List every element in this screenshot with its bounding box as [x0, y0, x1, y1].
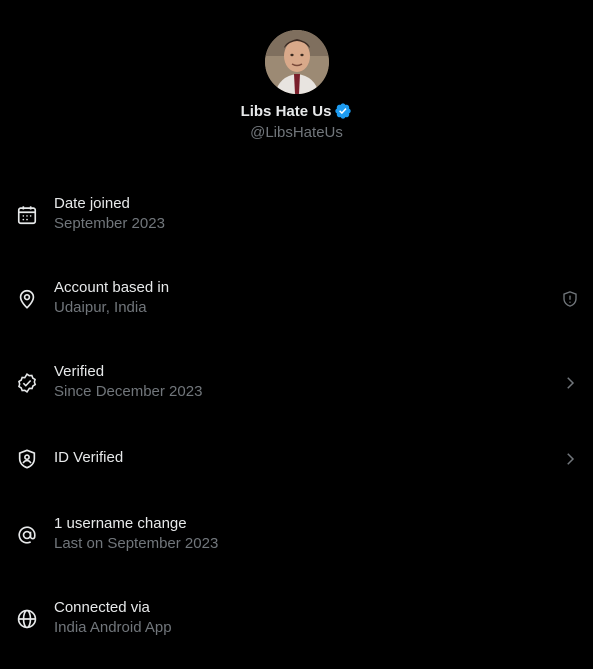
verified-check-icon: [16, 372, 38, 394]
verified-badge-icon: [334, 102, 352, 120]
row-title: Verified: [54, 363, 105, 380]
row-connected-via: Connected via India Android App: [0, 577, 593, 661]
chevron-right-icon[interactable]: [561, 450, 579, 468]
row-date-joined: Date joined September 2023: [0, 173, 593, 257]
row-account-based-in: Account based in Udaipur, India: [0, 257, 593, 341]
avatar[interactable]: [265, 30, 329, 94]
row-subtitle: September 2023: [54, 215, 165, 232]
row-subtitle: Udaipur, India: [54, 299, 147, 316]
row-subtitle: India Android App: [54, 619, 172, 636]
shield-alert-icon[interactable]: [561, 290, 579, 308]
row-id-verified[interactable]: ID Verified: [0, 417, 593, 501]
id-shield-icon: [16, 448, 38, 470]
row-subtitle: Since December 2023: [54, 383, 203, 400]
row-title: ID Verified: [54, 449, 124, 466]
row-subtitle: Last on September 2023: [54, 535, 219, 552]
globe-icon: [16, 608, 38, 630]
handle: @LibsHateUs: [250, 124, 343, 141]
row-verified[interactable]: Verified Since December 2023: [0, 341, 593, 425]
chevron-right-icon[interactable]: [561, 374, 579, 392]
row-username-change: 1 username change Last on September 2023: [0, 493, 593, 577]
row-title: Connected via: [54, 599, 150, 616]
location-pin-icon: [16, 288, 38, 310]
calendar-icon: [16, 204, 38, 226]
row-title: 1 username change: [54, 515, 187, 532]
display-name-row: Libs Hate Us: [0, 102, 593, 120]
row-title: Account based in: [54, 279, 170, 296]
at-sign-icon: [16, 524, 38, 546]
display-name: Libs Hate Us: [240, 102, 332, 120]
row-title: Date joined: [54, 195, 130, 212]
